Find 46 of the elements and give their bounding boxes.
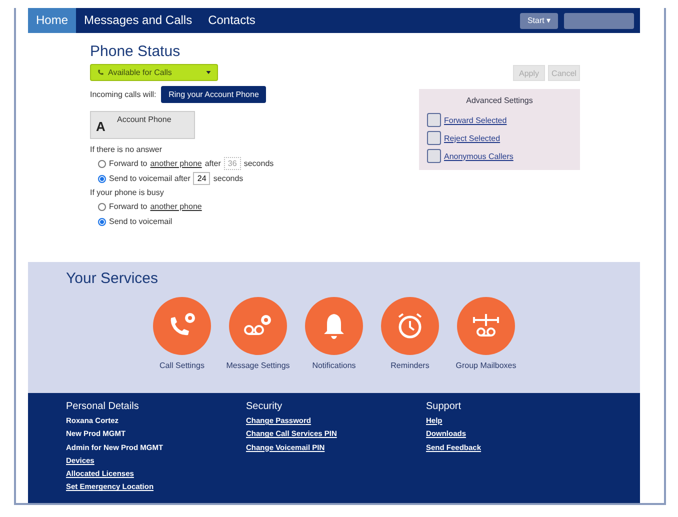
checkbox[interactable] <box>427 149 441 163</box>
page-title: Phone Status <box>90 43 182 60</box>
incoming-label: Incoming calls will: <box>90 90 156 99</box>
unit-label: seconds <box>244 159 274 168</box>
option-label: Forward to <box>109 202 148 211</box>
radio-button[interactable] <box>98 160 106 168</box>
another-phone-link[interactable]: another phone <box>150 202 202 211</box>
nav-tab[interactable]: Contacts <box>200 8 264 33</box>
radio-button[interactable] <box>98 202 106 210</box>
seconds-field[interactable]: 24 <box>193 172 210 185</box>
user-menu[interactable] <box>564 12 634 28</box>
service-label: Reminders <box>390 361 430 370</box>
option-label: Send to voicemail <box>109 217 172 226</box>
radio-button[interactable] <box>98 174 106 182</box>
another-phone-link[interactable]: another phone <box>150 159 202 168</box>
phone-icon <box>97 69 104 76</box>
option-label: after <box>204 159 221 168</box>
device-card[interactable]: A Account Phone <box>90 111 195 139</box>
group-heading: If there is no answer <box>90 145 164 154</box>
advanced-link[interactable]: Forward Selected <box>444 116 507 124</box>
checkbox[interactable] <box>427 131 441 145</box>
service-label: Call Settings <box>158 361 206 370</box>
option-label: Forward to <box>109 159 148 168</box>
group-heading: If your phone is busy <box>90 188 165 197</box>
device-letter: A <box>96 119 106 134</box>
option-label: Send to voicemail after <box>109 174 190 183</box>
ring-dropdown[interactable]: Ring your Account Phone <box>161 86 266 103</box>
device-name: Account Phone <box>117 115 172 124</box>
footer-heading: Security <box>246 401 284 412</box>
checkbox[interactable] <box>427 113 441 127</box>
service-label: Notifications <box>311 361 357 370</box>
start-button[interactable]: Start ▾ <box>520 12 558 28</box>
radio-button[interactable] <box>98 218 106 226</box>
service-label: Group Mailboxes <box>454 361 518 370</box>
footer-heading: Support <box>426 401 462 412</box>
unit-label: seconds <box>213 174 244 183</box>
service-label: Message Settings <box>225 361 291 370</box>
advanced-link[interactable]: Anonymous Callers <box>444 152 514 160</box>
nav-tab[interactable]: Home <box>28 8 76 33</box>
nav-tab[interactable]: Messages and Calls <box>76 8 200 33</box>
caret-icon <box>206 71 211 74</box>
footer-heading: Personal Details <box>66 401 140 412</box>
panel-title: Advanced Settings <box>465 96 534 105</box>
section-title: Your Services <box>66 270 159 287</box>
advanced-link[interactable]: Reject Selected <box>444 134 500 142</box>
status-dropdown[interactable]: Available for Calls <box>90 64 218 81</box>
